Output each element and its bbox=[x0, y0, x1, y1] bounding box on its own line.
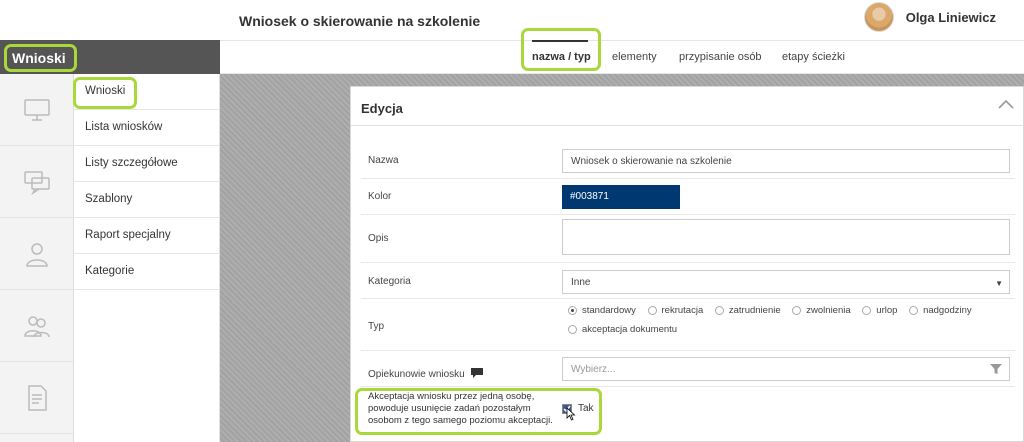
field-row-kolor: Kolor #003871 bbox=[361, 179, 1015, 215]
person-icon bbox=[26, 242, 48, 267]
submenu-item-listy-szczegolowe[interactable]: Listy szczegółowe bbox=[74, 146, 220, 182]
tab-elementy[interactable]: elementy bbox=[612, 51, 657, 63]
nav-monitor[interactable] bbox=[0, 74, 74, 146]
nav-document[interactable] bbox=[0, 362, 74, 434]
chevron-up-icon[interactable] bbox=[997, 97, 1015, 111]
field-row-opiekunowie: Opiekunowie wniosku Wybierz... bbox=[361, 351, 1015, 387]
field-row-nazwa: Nazwa Wniosek o skierowanie na szkolenie bbox=[361, 143, 1015, 179]
submenu: Wnioski Lista wniosków Listy szczegółowe… bbox=[74, 74, 220, 442]
radio-button[interactable] bbox=[862, 306, 872, 315]
user-menu[interactable]: Olga Liniewicz bbox=[863, 2, 996, 32]
typ-label: Typ bbox=[368, 321, 385, 332]
group-icon bbox=[24, 315, 50, 337]
top-left-area bbox=[0, 0, 220, 40]
user-name: Olga Liniewicz bbox=[905, 9, 996, 25]
cursor-icon bbox=[566, 407, 576, 421]
field-row-opis: Opis bbox=[361, 215, 1015, 263]
field-row-typ: Typ standardowy rekrutacja zatrudnienie … bbox=[361, 299, 1015, 351]
submenu-item-kategorie[interactable]: Kategorie bbox=[74, 254, 220, 290]
avatar[interactable] bbox=[863, 2, 894, 32]
icon-nav bbox=[0, 74, 74, 442]
radio-urlop[interactable]: urlop bbox=[862, 302, 897, 319]
opiekunowie-select[interactable]: Wybierz... bbox=[562, 357, 1010, 381]
radio-akceptacja-dokumentu[interactable]: akceptacja dokumentu bbox=[568, 321, 677, 338]
radio-nadgodziny[interactable]: nadgodziny bbox=[909, 302, 972, 319]
top-header: Wniosek o skierowanie na szkolenie Olga … bbox=[220, 0, 1024, 40]
page-title: Wniosek o skierowanie na szkolenie bbox=[239, 13, 481, 29]
submenu-item-raport-specjalny[interactable]: Raport specjalny bbox=[74, 218, 220, 254]
nav-group[interactable] bbox=[0, 290, 74, 362]
radio-zwolnienia[interactable]: zwolnienia bbox=[792, 302, 851, 319]
color-picker[interactable]: #003871 bbox=[562, 185, 680, 209]
tab-nazwa-typ[interactable]: nazwa / typ bbox=[532, 51, 591, 63]
radio-zatrudnienie[interactable]: zatrudnienie bbox=[714, 302, 781, 319]
submenu-item-wnioski[interactable]: Wnioski bbox=[74, 74, 220, 110]
radio-standardowy[interactable]: standardowy bbox=[568, 302, 636, 319]
field-row-kategoria: Kategoria Inne ▼ bbox=[361, 263, 1015, 299]
tab-bar: nazwa / typ elementy przypisanie osób et… bbox=[220, 40, 1024, 74]
akceptacja-label: Akceptacja wniosku przez jedną osobę, po… bbox=[368, 391, 553, 426]
panel-divider bbox=[351, 125, 1023, 126]
sidebar-header: Wnioski bbox=[0, 40, 220, 74]
tab-etapy-sciezki[interactable]: etapy ścieżki bbox=[782, 51, 845, 63]
tab-przypisanie-osob[interactable]: przypisanie osób bbox=[679, 51, 762, 63]
active-tab-indicator bbox=[532, 40, 588, 42]
opis-label: Opis bbox=[368, 233, 389, 244]
chat-icon bbox=[24, 170, 50, 195]
opiekunowie-placeholder: Wybierz... bbox=[571, 364, 616, 375]
kategoria-value: Inne bbox=[571, 277, 591, 288]
kategoria-select[interactable]: Inne ▼ bbox=[562, 270, 1010, 294]
monitor-icon bbox=[24, 98, 50, 121]
opiekunowie-label: Opiekunowie wniosku bbox=[368, 367, 484, 380]
filter-icon[interactable] bbox=[989, 362, 1003, 376]
nazwa-label: Nazwa bbox=[368, 155, 399, 166]
opis-textarea[interactable] bbox=[562, 219, 1010, 255]
dropdown-arrow-icon: ▼ bbox=[995, 279, 1003, 288]
panel-title: Edycja bbox=[361, 101, 403, 116]
comment-icon[interactable] bbox=[470, 367, 484, 379]
document-icon bbox=[28, 384, 47, 411]
nav-person[interactable] bbox=[0, 218, 74, 290]
radio-button[interactable] bbox=[792, 306, 802, 315]
radio-button[interactable] bbox=[647, 306, 657, 315]
radio-button-selected[interactable] bbox=[568, 306, 577, 315]
edit-panel: Edycja Nazwa Wniosek o skierowanie na sz… bbox=[350, 86, 1024, 442]
radio-button[interactable] bbox=[714, 306, 724, 315]
submenu-item-lista-wnioskow[interactable]: Lista wniosków bbox=[74, 110, 220, 146]
akceptacja-checkbox-label: Tak bbox=[578, 403, 594, 414]
nazwa-input[interactable]: Wniosek o skierowanie na szkolenie bbox=[562, 149, 1010, 173]
radio-button[interactable] bbox=[909, 306, 919, 315]
kategoria-label: Kategoria bbox=[368, 276, 411, 287]
nav-chat[interactable] bbox=[0, 146, 74, 218]
kolor-label: Kolor bbox=[368, 191, 392, 202]
typ-radio-group: standardowy rekrutacja zatrudnienie zwol… bbox=[568, 302, 998, 340]
submenu-item-szablony[interactable]: Szablony bbox=[74, 182, 220, 218]
radio-button[interactable] bbox=[568, 325, 577, 334]
field-row-akceptacja: Akceptacja wniosku przez jedną osobę, po… bbox=[361, 387, 1015, 435]
sidebar-title: Wnioski bbox=[12, 50, 66, 66]
radio-rekrutacja[interactable]: rekrutacja bbox=[647, 302, 703, 319]
